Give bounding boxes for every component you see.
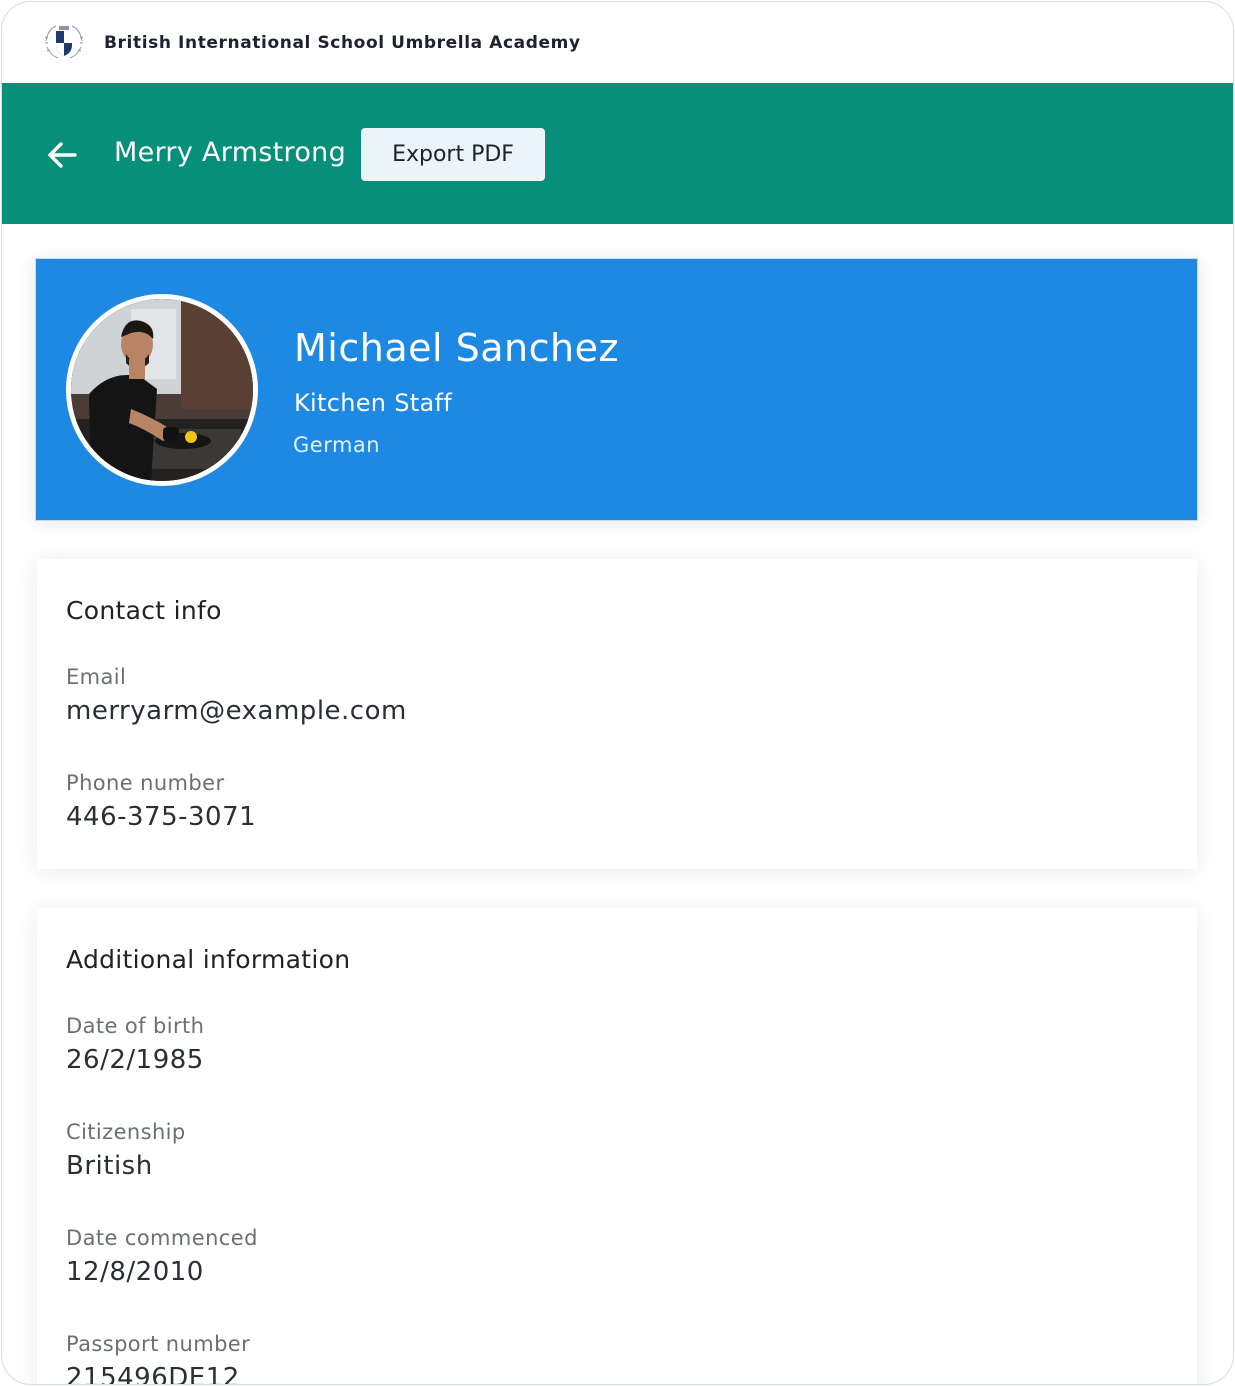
additional-info-card: Additional information Date of birth 26/…: [37, 908, 1197, 1385]
avatar: [66, 294, 258, 486]
top-bar: British International School Umbrella Ac…: [2, 2, 1233, 83]
passport-label: Passport number: [66, 1332, 251, 1356]
arrow-left-icon: [48, 142, 77, 168]
export-pdf-button[interactable]: Export PDF: [361, 128, 545, 181]
date-commenced-value: 12/8/2010: [66, 1257, 204, 1287]
citizenship-value: British: [66, 1151, 153, 1181]
card-title: Additional information: [66, 945, 351, 974]
app-frame: British International School Umbrella Ac…: [1, 1, 1234, 1385]
phone-label: Phone number: [66, 771, 225, 795]
school-name: British International School Umbrella Ac…: [104, 33, 581, 53]
profile-banner: Michael Sanchez Kitchen Staff German: [35, 258, 1198, 521]
date-commenced-label: Date commenced: [66, 1226, 258, 1250]
dob-label: Date of birth: [66, 1014, 205, 1038]
profile-language: German: [293, 433, 381, 457]
app-bar: Merry Armstrong Export PDF: [2, 83, 1233, 224]
contact-info-card: Contact info Email merryarm@example.com …: [37, 559, 1197, 869]
dob-value: 26/2/1985: [66, 1045, 204, 1075]
citizenship-label: Citizenship: [66, 1120, 186, 1144]
phone-value: 446-375-3071: [66, 802, 257, 832]
card-title: Contact info: [66, 596, 222, 625]
email-label: Email: [66, 665, 127, 689]
back-button[interactable]: [42, 135, 82, 175]
passport-value: 215496DE12: [66, 1363, 240, 1385]
school-crest-icon: [44, 25, 84, 59]
page-title: Merry Armstrong: [114, 137, 347, 168]
profile-role: Kitchen Staff: [294, 389, 452, 417]
profile-name: Michael Sanchez: [294, 326, 619, 370]
avatar-photo: [71, 299, 253, 481]
email-value: merryarm@example.com: [66, 696, 407, 726]
